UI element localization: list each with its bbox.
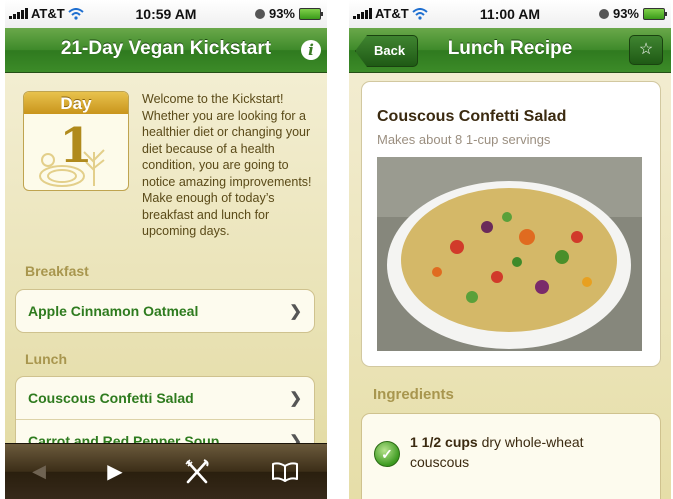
battery-percent: 93% bbox=[612, 6, 639, 21]
fork-knife-icon bbox=[185, 458, 209, 483]
navigation-bar: Back Lunch Recipe ☆ bbox=[349, 28, 671, 73]
screen-kickstart: AT&T 10:59 AM 93% 21-Day Vegan Kickstart… bbox=[5, 0, 327, 499]
chevron-right-icon: ❯ bbox=[289, 390, 302, 407]
battery-icon bbox=[299, 7, 323, 20]
battery-icon bbox=[643, 7, 667, 20]
kickstart-content[interactable]: Day 1 Welcome to the Kickstart! Whether … bbox=[5, 73, 327, 444]
calendar-day-label: Day bbox=[24, 92, 128, 114]
ingredient-item: 1 1/2 cups dry whole-wheat couscous bbox=[410, 432, 640, 472]
bottom-toolbar: ◀ ▶ bbox=[5, 443, 327, 499]
previous-day-button[interactable]: ◀ bbox=[9, 444, 69, 499]
info-button[interactable]: i bbox=[301, 40, 321, 60]
battery-group: 93% bbox=[598, 6, 667, 21]
calendar-day-number: 1 bbox=[59, 118, 93, 174]
page-title: 21-Day Vegan Kickstart bbox=[60, 38, 272, 59]
left-triangle-icon: ◀ bbox=[32, 461, 46, 481]
lunch-list: Couscous Confetti Salad ❯ Carrot and Red… bbox=[15, 376, 315, 444]
menu-button[interactable] bbox=[167, 444, 227, 499]
lunch-section-label: Lunch bbox=[25, 351, 67, 367]
lock-rotation-icon bbox=[254, 8, 265, 19]
list-item-label: Couscous Confetti Salad bbox=[28, 390, 194, 406]
list-item-label: Apple Cinnamon Oatmeal bbox=[28, 303, 199, 319]
page-title: Lunch Recipe bbox=[447, 38, 573, 59]
screen-lunch-recipe: AT&T 11:00 AM 93% Back Lunch Recipe ☆ Co… bbox=[349, 0, 671, 499]
list-item[interactable]: Carrot and Red Pepper Soup ❯ bbox=[16, 420, 314, 444]
breakfast-list: Apple Cinnamon Oatmeal ❯ bbox=[15, 289, 315, 333]
welcome-text: Welcome to the Kickstart! Whether you ar… bbox=[142, 92, 312, 238]
star-icon: ☆ bbox=[638, 41, 654, 58]
recipe-content[interactable]: Couscous Confetti Salad Makes about 8 1-… bbox=[349, 73, 671, 499]
list-item[interactable]: Apple Cinnamon Oatmeal ❯ bbox=[16, 290, 314, 332]
recipe-title: Couscous Confetti Salad bbox=[377, 108, 567, 125]
navigation-bar: 21-Day Vegan Kickstart i bbox=[5, 28, 327, 73]
play-icon: ▶ bbox=[107, 461, 123, 483]
day-calendar-icon: Day 1 bbox=[23, 91, 129, 191]
recipe-card: Couscous Confetti Salad Makes about 8 1-… bbox=[361, 81, 661, 367]
recipe-servings: Makes about 8 1-cup servings bbox=[377, 132, 551, 147]
book-button[interactable] bbox=[255, 444, 315, 499]
status-bar: AT&T 10:59 AM 93% bbox=[5, 0, 327, 28]
battery-percent: 93% bbox=[268, 6, 295, 21]
ingredient-list: ✓ 1 1/2 cups dry whole-wheat couscous bbox=[361, 413, 661, 499]
battery-group: 93% bbox=[254, 6, 323, 21]
list-item[interactable]: Couscous Confetti Salad ❯ bbox=[16, 377, 314, 420]
breakfast-section-label: Breakfast bbox=[25, 263, 89, 279]
checkmark-icon[interactable]: ✓ bbox=[374, 441, 400, 467]
status-bar: AT&T 11:00 AM 93% bbox=[349, 0, 671, 28]
ingredients-section-label: Ingredients bbox=[373, 386, 454, 403]
chevron-right-icon: ❯ bbox=[289, 303, 302, 320]
recipe-photo bbox=[377, 157, 642, 351]
next-day-button[interactable]: ▶ bbox=[85, 444, 145, 499]
favorite-button[interactable]: ☆ bbox=[629, 35, 663, 65]
book-icon bbox=[272, 461, 298, 482]
lock-rotation-icon bbox=[598, 8, 609, 19]
ingredient-amount: 1 1/2 cups bbox=[410, 434, 478, 450]
